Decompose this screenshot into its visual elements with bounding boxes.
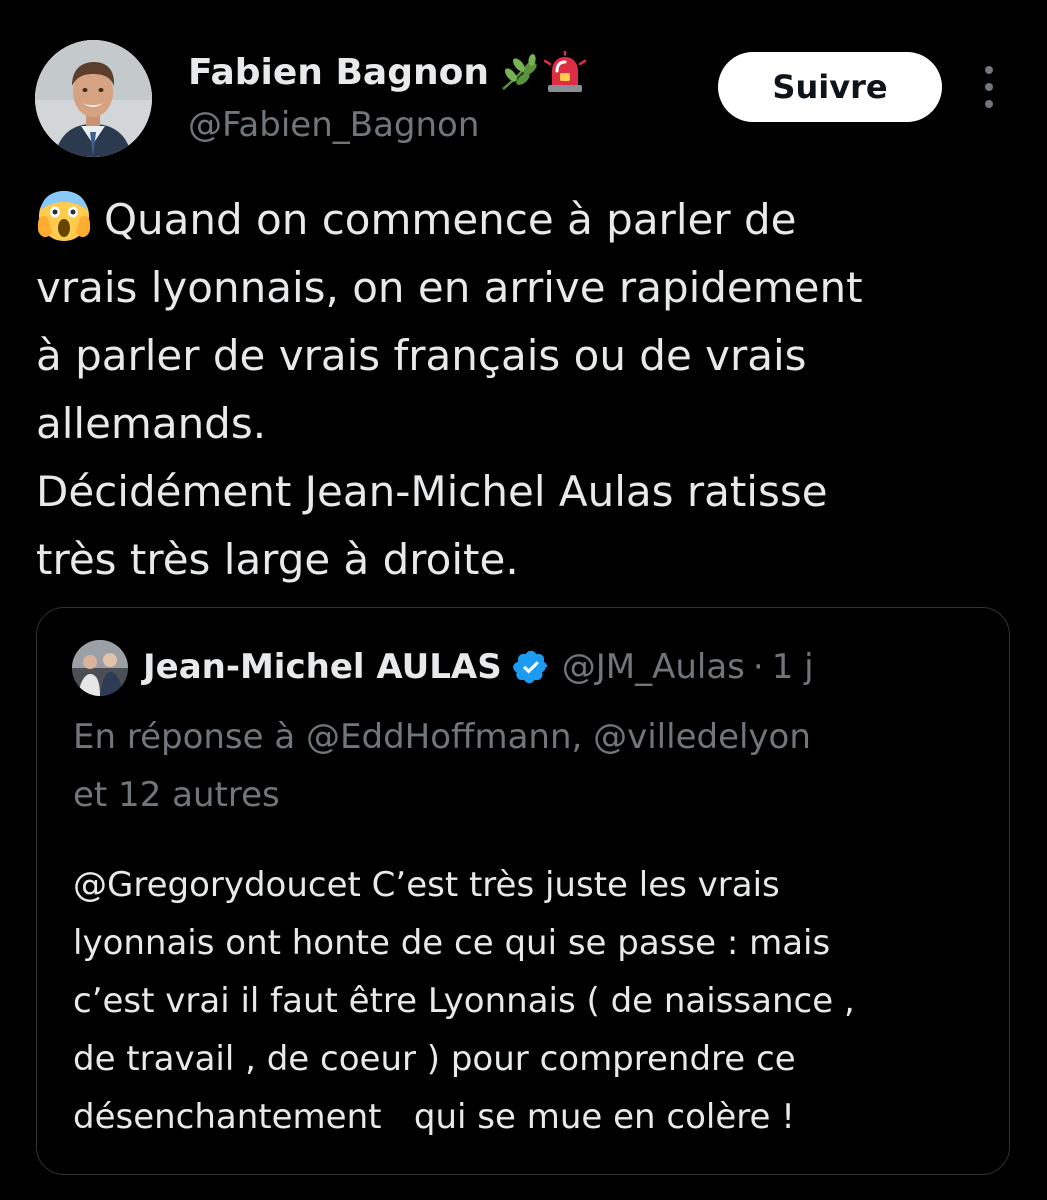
quoted-tweet-text: @Gregorydoucet C’est très juste les vrai… [73,856,993,1146]
dot [985,66,993,74]
reply-context-line-2: et 12 autres [73,775,280,815]
quoted-author-avatar[interactable] [72,640,128,696]
reply-context-line-1: En réponse à @EddHoffmann, @villedelyon [73,717,811,757]
tweet: Fabien Bagnon @Fabien_Bagnon Suivre Quan… [0,0,1047,1200]
separator-dot: · [752,647,764,687]
quoted-author-row[interactable]: Jean-Michel AULAS @JM_Aulas · 1 j [143,644,814,690]
tweet-text-line-4: allemands. [36,399,267,448]
rotating-light-icon [543,50,587,95]
author-name-row[interactable]: Fabien Bagnon [188,50,587,96]
tweet-text: Quand on commence à parler de vrais lyon… [36,186,1026,594]
tweet-text-line-3: à parler de vrais français ou de vrais [36,331,807,380]
quoted-tweet[interactable]: Jean-Michel AULAS @JM_Aulas · 1 j En rép… [36,607,1010,1175]
dot [985,83,993,91]
quoted-text-line-3: c’est vrai il faut être Lyonnais ( de na… [73,981,855,1021]
follow-button[interactable]: Suivre [718,52,942,122]
verified-badge-icon [512,648,550,686]
author-name[interactable]: Fabien Bagnon [188,50,489,96]
tweet-text-line: Quand on commence à parler de [36,186,1026,254]
tweet-text-line-2: vrais lyonnais, on en arrive rapidement [36,263,863,312]
tweet-text-line-1: Quand on commence à parler de [104,195,797,244]
tweet-text-line-6: très très large à droite. [36,535,519,584]
quoted-author-handle[interactable]: @JM_Aulas [562,644,745,690]
quoted-author-name[interactable]: Jean-Michel AULAS [143,644,502,690]
quoted-text-line-2: lyonnais ont honte de ce qui se passe : … [73,923,831,963]
quoted-text-line-5: désenchantement qui se mue en colère ! [73,1097,795,1137]
herb-icon [497,51,541,95]
quoted-text-line-4: de travail , de coeur ) pour comprendre … [73,1039,796,1079]
dot [985,100,993,108]
author-avatar[interactable] [35,40,152,157]
quoted-text-line-1: @Gregorydoucet C’est très juste les vrai… [73,865,780,905]
face-screaming-in-fear-icon [36,188,92,244]
reply-context: En réponse à @EddHoffmann, @villedelyon … [73,708,993,824]
quoted-timestamp[interactable]: 1 j [772,644,814,690]
tweet-text-line-5: Décidément Jean-Michel Aulas ratisse [36,467,828,516]
author-handle[interactable]: @Fabien_Bagnon [188,103,479,147]
more-options-icon[interactable] [972,66,1006,108]
